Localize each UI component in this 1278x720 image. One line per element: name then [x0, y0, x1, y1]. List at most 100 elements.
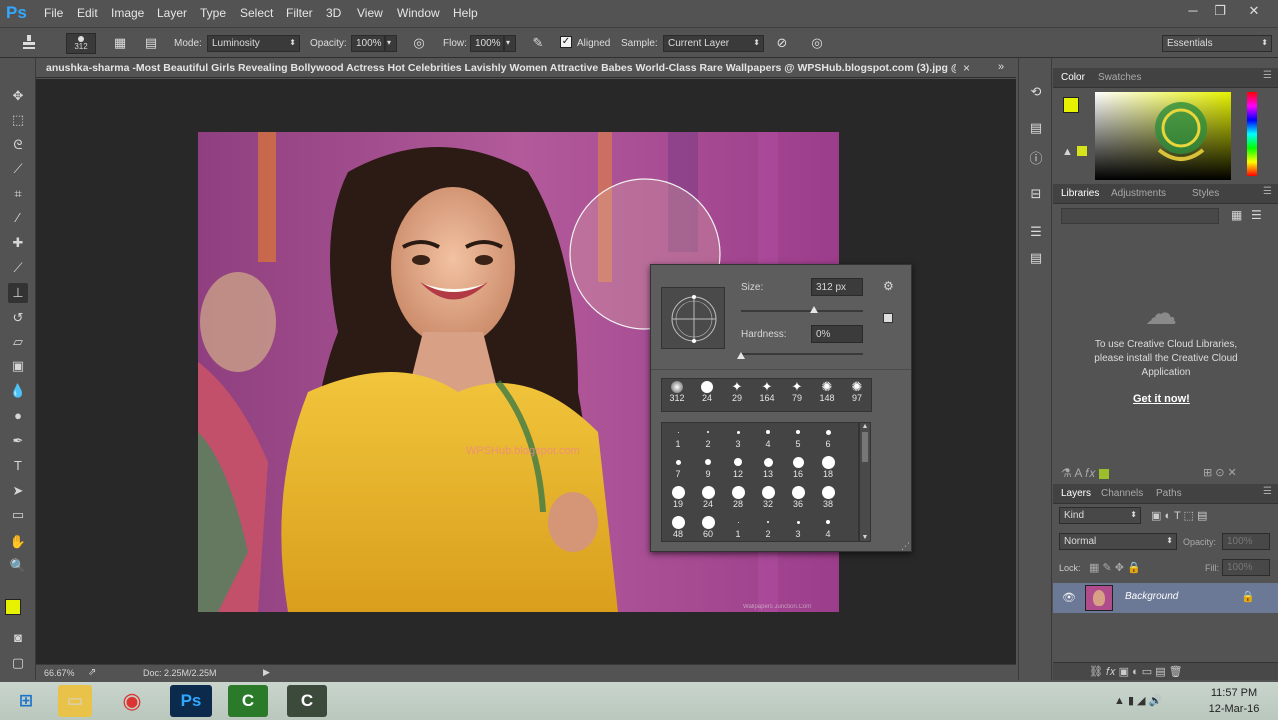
clone-stamp-tool-icon[interactable]: [20, 34, 38, 52]
pen-tool-icon[interactable]: ✒: [8, 431, 28, 451]
brush-preset-cell[interactable]: 1: [666, 425, 690, 449]
visibility-eye-icon[interactable]: 👁: [1062, 591, 1076, 604]
aligned-checkbox[interactable]: ✓: [560, 36, 572, 48]
quick-mask-icon[interactable]: ◙: [8, 628, 28, 648]
menu-type[interactable]: Type: [200, 6, 226, 20]
info-panel-icon[interactable]: ⓘ: [1027, 148, 1045, 166]
close-button[interactable]: ✕: [1244, 2, 1264, 20]
layer-filter-icons[interactable]: ▣ ◐ T ⬚ ▤: [1151, 509, 1207, 522]
menu-3d[interactable]: 3D: [326, 6, 341, 20]
workspace-select[interactable]: Essentials ⬍: [1162, 35, 1272, 52]
rectangle-tool-icon[interactable]: ▭: [8, 505, 28, 525]
chrome-icon[interactable]: ◉: [112, 685, 152, 717]
size-slider-thumb[interactable]: [810, 306, 819, 313]
menu-layer[interactable]: Layer: [157, 6, 187, 20]
clock-date[interactable]: 12-Mar-16: [1208, 703, 1260, 715]
brush-preset-cell[interactable]: 36: [786, 485, 810, 509]
brush-tool-icon[interactable]: ⟋: [8, 258, 28, 278]
brush-preset-cell[interactable]: 24: [696, 485, 720, 509]
history-panel-icon[interactable]: ⟲: [1027, 84, 1045, 102]
tray-icons[interactable]: ▲ ▮ ◢ 🔊: [1114, 694, 1162, 707]
menu-edit[interactable]: Edit: [77, 6, 98, 20]
preset-flower-icon[interactable]: ✺ 97: [845, 380, 869, 403]
dodge-tool-icon[interactable]: ●: [8, 406, 28, 426]
lasso-tool-icon[interactable]: ᘓ: [8, 135, 28, 155]
pressure-size-icon[interactable]: ◎: [808, 34, 826, 52]
menu-help[interactable]: Help: [453, 6, 478, 20]
color-foreground-swatch[interactable]: [1063, 97, 1079, 113]
brush-settings-gear-icon[interactable]: ⚙: [883, 279, 894, 293]
brush-preset-cell[interactable]: 2: [696, 425, 720, 449]
library-select[interactable]: [1061, 208, 1219, 224]
panel-menu-icon[interactable]: ☰: [1263, 70, 1272, 81]
camtasia-recorder-icon[interactable]: C: [287, 685, 327, 717]
brush-preset-cell[interactable]: 2: [756, 515, 780, 539]
camtasia-icon[interactable]: C: [228, 685, 268, 717]
brush-angle-preview[interactable]: [661, 287, 725, 349]
lock-icons[interactable]: ▦ ✎ ✥ 🔒: [1089, 561, 1141, 574]
gradient-tool-icon[interactable]: ▣: [8, 356, 28, 376]
tab-styles[interactable]: Styles: [1192, 188, 1219, 199]
panel-menu-icon[interactable]: ☰: [1263, 186, 1272, 197]
blend-mode-select[interactable]: Normal ⬍: [1059, 533, 1177, 550]
brush-panel-toggle-icon[interactable]: ▦: [111, 34, 129, 52]
status-menu-arrow-icon[interactable]: ▶: [263, 667, 270, 678]
file-explorer-icon[interactable]: ▭: [58, 685, 92, 717]
menu-image[interactable]: Image: [111, 6, 144, 20]
flow-dropdown[interactable]: ▾: [504, 35, 516, 52]
ignore-adjustment-layers-icon[interactable]: ⊘: [773, 34, 791, 52]
brush-preset-cell[interactable]: 4: [816, 515, 840, 539]
layer-footer-icons[interactable]: ⛓ 𝑓𝑥 ▣ ◐ ▭ ▤ 🗑: [1089, 665, 1183, 679]
tab-adjustments[interactable]: Adjustments: [1111, 188, 1166, 199]
brush-preset-cell[interactable]: 3: [726, 425, 750, 449]
properties-panel-icon[interactable]: ▤: [1027, 120, 1045, 138]
brush-preset-cell[interactable]: 3: [786, 515, 810, 539]
marquee-tool-icon[interactable]: ⬚: [8, 110, 28, 130]
brush-preset-cell[interactable]: 5: [786, 425, 810, 449]
crop-tool-icon[interactable]: ⌗: [8, 184, 28, 204]
paragraph-panel-icon[interactable]: ☰: [1027, 224, 1045, 242]
airbrush-icon[interactable]: ✎: [529, 34, 547, 52]
brush-preset-cell[interactable]: 4: [756, 425, 780, 449]
sample-select[interactable]: Current Layer ⬍: [663, 35, 764, 52]
hardness-slider-thumb[interactable]: [737, 352, 745, 359]
photoshop-taskbar-icon[interactable]: Ps: [170, 685, 212, 717]
opacity-dropdown[interactable]: ▾: [385, 35, 397, 52]
clone-source-panel-icon[interactable]: ⊟: [1027, 186, 1045, 204]
get-it-now-link[interactable]: Get it now!: [1133, 393, 1190, 405]
restore-button[interactable]: ❐: [1210, 2, 1230, 20]
character-panel-icon[interactable]: ▤: [1027, 250, 1045, 268]
list-view-icon[interactable]: ☰: [1251, 208, 1262, 222]
brush-preset-cell[interactable]: 38: [816, 485, 840, 509]
preset-butterfly-icon[interactable]: ✦ 164: [755, 380, 779, 403]
brush-preset-cell[interactable]: 18: [816, 455, 840, 479]
hand-tool-icon[interactable]: ✋: [8, 532, 28, 552]
preset-hard-round[interactable]: 24: [695, 381, 719, 403]
menu-file[interactable]: File: [44, 6, 63, 20]
zoom-tool-icon[interactable]: 🔍: [8, 556, 28, 576]
opacity-input[interactable]: 100%: [351, 35, 385, 52]
size-slider[interactable]: [741, 310, 863, 312]
quick-select-tool-icon[interactable]: ⟋: [8, 159, 28, 179]
hue-slider[interactable]: [1247, 92, 1257, 176]
move-tool-icon[interactable]: ✥: [8, 86, 28, 106]
new-preset-icon[interactable]: [883, 313, 893, 323]
preset-butterfly-icon[interactable]: ✦ 29: [725, 380, 749, 403]
grid-view-icon[interactable]: ▦: [1231, 208, 1242, 222]
clone-source-panel-icon[interactable]: ▤: [142, 34, 160, 52]
tab-layers[interactable]: Layers: [1061, 488, 1091, 499]
brush-preset-cell[interactable]: 6: [816, 425, 840, 449]
brush-preset-cell[interactable]: 32: [756, 485, 780, 509]
path-selection-tool-icon[interactable]: ➤: [8, 481, 28, 501]
tab-channels[interactable]: Channels: [1101, 488, 1143, 499]
blur-tool-icon[interactable]: 💧: [8, 381, 28, 401]
menu-view[interactable]: View: [357, 6, 383, 20]
panel-menu-icon[interactable]: ☰: [1263, 486, 1272, 497]
resize-grip-icon[interactable]: ⋰: [901, 541, 910, 552]
menu-window[interactable]: Window: [397, 6, 440, 20]
menu-select[interactable]: Select: [240, 6, 273, 20]
clone-stamp-tool-icon[interactable]: ⊥: [8, 283, 28, 303]
layer-opacity-input[interactable]: 100%: [1222, 533, 1270, 550]
brush-preset-cell[interactable]: 60: [696, 515, 720, 539]
hardness-slider[interactable]: [741, 353, 863, 355]
